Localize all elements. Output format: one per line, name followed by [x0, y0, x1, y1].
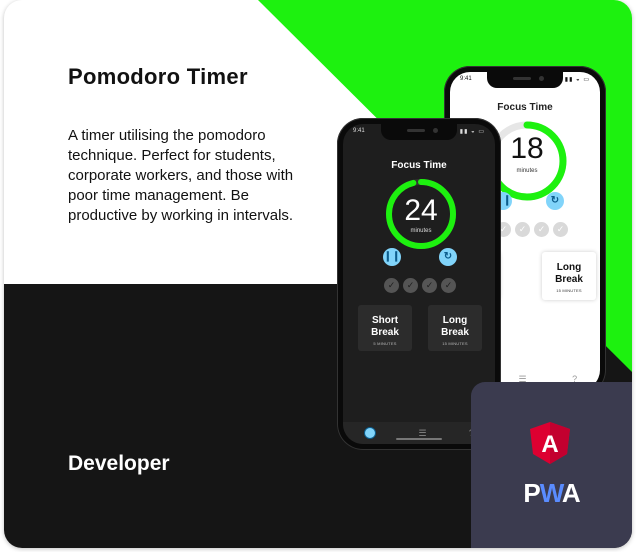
- focus-time-heading: Focus Time: [391, 160, 447, 171]
- signal-battery-icon: ▮▮ ◒ ▭: [459, 129, 485, 135]
- project-description: A timer utilising the pomodoro technique…: [68, 127, 294, 224]
- signal-battery-icon: ▮▮ ◒ ▭: [564, 77, 590, 83]
- check-icon: ✓: [403, 278, 418, 293]
- settings-icon[interactable]: ☰: [418, 428, 426, 439]
- check-icon: ✓: [422, 278, 437, 293]
- status-time: 9:41: [460, 76, 472, 82]
- session-checks: ✓ ✓ ✓ ✓: [384, 278, 456, 293]
- check-icon: ✓: [534, 222, 549, 237]
- short-break-label: Short Break: [371, 315, 399, 338]
- timer-icon[interactable]: [364, 427, 377, 439]
- developer-label: Developer: [68, 452, 170, 475]
- angular-letter: A: [541, 431, 558, 458]
- long-break-button[interactable]: Long Break 15 MINUTES: [428, 305, 482, 351]
- status-time: 9:41: [353, 128, 365, 134]
- reset-button[interactable]: ↻: [439, 248, 457, 266]
- focus-time-heading: Focus Time: [497, 102, 553, 113]
- pwa-logo: PWA: [523, 478, 580, 508]
- check-icon: ✓: [515, 222, 530, 237]
- status-bar: 9:41 ▮▮ ◒ ▭: [460, 76, 590, 83]
- pause-button[interactable]: ❙❙: [383, 248, 401, 266]
- long-break-sub: 15 MINUTES: [442, 341, 468, 346]
- long-break-button[interactable]: Long Break 15 MINUTES: [542, 252, 596, 300]
- project-title: Pomodoro Timer: [68, 64, 248, 89]
- check-icon: ✓: [384, 278, 399, 293]
- minutes-value: 24: [404, 194, 438, 227]
- angular-logo: A: [530, 422, 570, 464]
- session-checks: ✓ ✓ ✓ ✓: [496, 222, 568, 237]
- tech-stack-panel: A PWA: [471, 382, 632, 548]
- long-break-label: Long Break: [555, 262, 583, 285]
- short-break-button[interactable]: Short Break 5 MINUTES: [358, 305, 412, 351]
- check-icon: ✓: [441, 278, 456, 293]
- minutes-unit: minutes: [410, 228, 432, 234]
- long-break-sub: 15 MINUTES: [556, 288, 582, 293]
- long-break-label: Long Break: [441, 315, 469, 338]
- reset-button[interactable]: ↻: [546, 192, 564, 210]
- home-indicator: [396, 438, 442, 440]
- check-icon: ✓: [553, 222, 568, 237]
- status-bar: 9:41 ▮▮ ◒ ▭: [353, 128, 485, 135]
- short-break-sub: 5 MINUTES: [373, 341, 397, 346]
